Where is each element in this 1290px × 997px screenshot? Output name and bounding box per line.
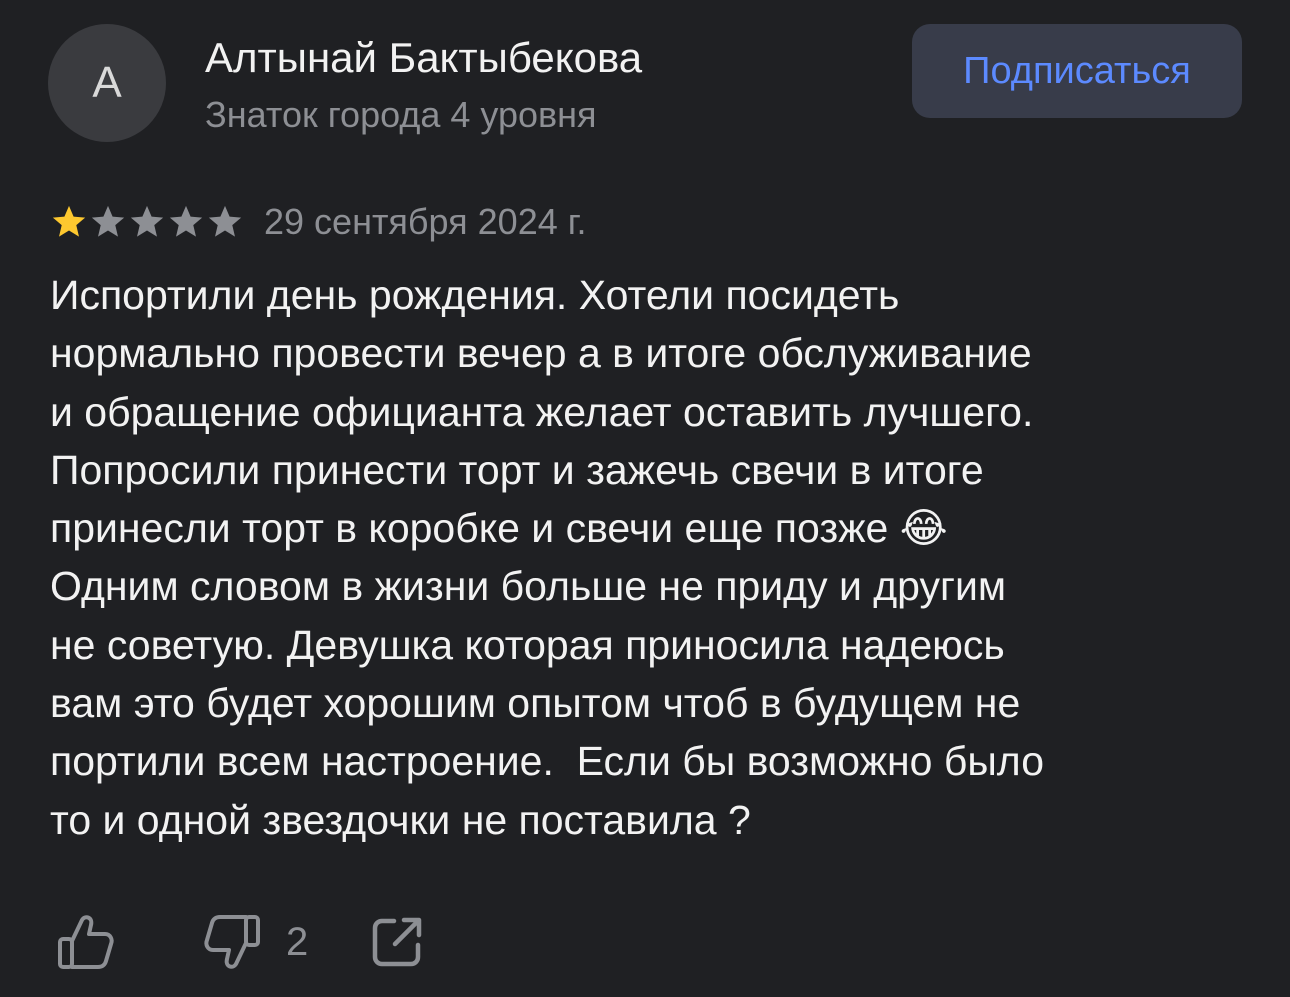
star-empty-icon [169,205,203,237]
author-name[interactable]: Алтынай Бактыбекова [205,34,642,82]
star-rating [50,203,244,241]
rating-row: 29 сентября 2024 г. [50,195,587,249]
star-filled-icon [52,205,86,237]
avatar[interactable]: А [48,24,166,142]
star-empty-icon [130,205,164,237]
like-button[interactable] [56,912,116,972]
author-level: Знаток города 4 уровня [205,94,597,135]
review-actions: 2 [56,912,424,972]
dislike-button[interactable]: 2 [202,912,308,972]
thumbs-up-icon [56,912,116,972]
star-empty-icon [91,205,125,237]
share-icon [370,915,424,969]
star-empty-icon [208,205,242,237]
share-button[interactable] [370,915,424,969]
review-text: Испортили день рождения. Хотели посидеть… [50,272,1044,843]
avatar-letter: А [92,58,122,107]
dislike-count: 2 [286,919,309,964]
review-date: 29 сентября 2024 г. [264,201,587,242]
thumbs-down-icon [202,912,262,972]
subscribe-button[interactable]: Подписаться [912,24,1242,118]
review-card: А Алтынай Бактыбекова Знаток города 4 ур… [0,0,1290,997]
